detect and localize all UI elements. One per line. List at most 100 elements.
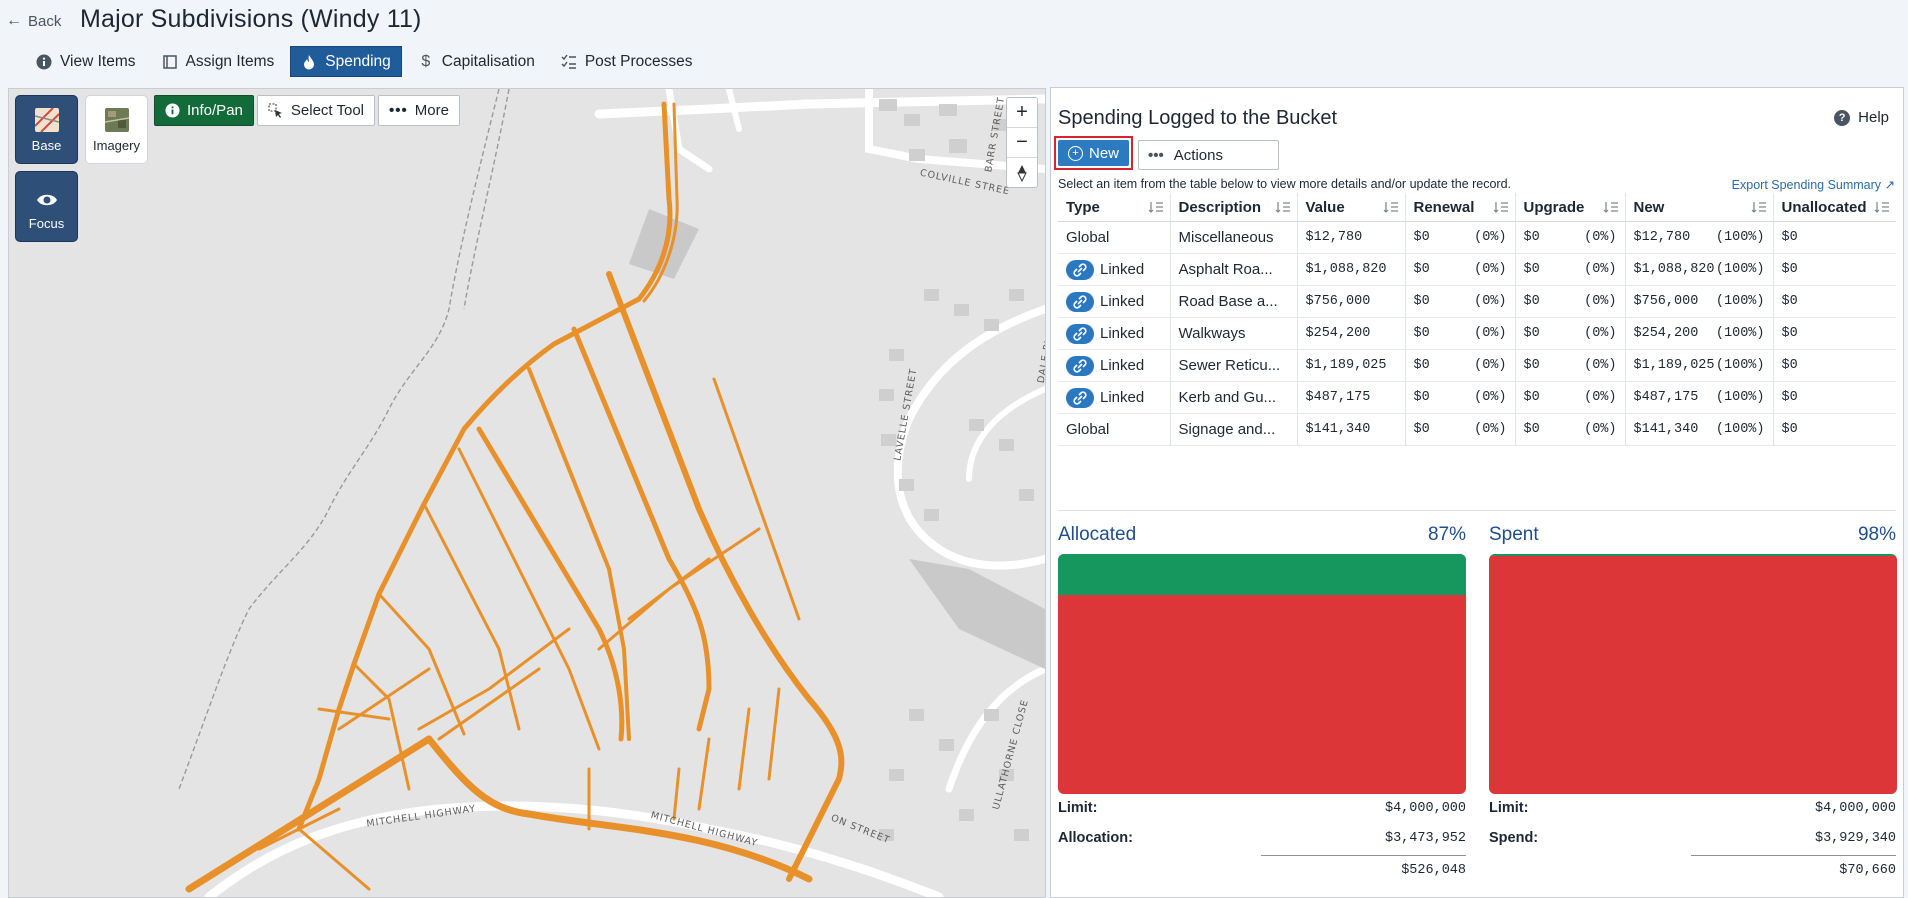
- more-tools-button[interactable]: ••• More: [378, 95, 460, 126]
- new-cell: $254,200 (100%): [1625, 317, 1774, 350]
- sort-icon[interactable]: [1148, 200, 1164, 214]
- renewal-cell: $0 (0%): [1405, 381, 1516, 414]
- book-icon: [162, 54, 178, 70]
- renewal-cell-amount: $0: [1413, 326, 1430, 341]
- renewal-cell: $0 (0%): [1405, 285, 1516, 318]
- tab-spending[interactable]: Spending: [290, 46, 402, 77]
- unallocated-cell: $0: [1773, 253, 1896, 286]
- upgrade-cell-percent: (0%): [1584, 358, 1617, 373]
- spent-limit-label: Limit:: [1489, 800, 1529, 816]
- sort-icon[interactable]: [1751, 200, 1767, 214]
- flame-icon: [301, 54, 317, 70]
- new-label: New: [1088, 144, 1119, 162]
- new-button[interactable]: + New: [1058, 140, 1129, 166]
- column-header-unallocated[interactable]: Unallocated: [1773, 193, 1896, 222]
- column-header-value[interactable]: Value: [1297, 193, 1406, 222]
- column-header-renewal[interactable]: Renewal: [1405, 193, 1516, 222]
- upgrade-cell-amount: $0: [1523, 294, 1540, 309]
- back-link[interactable]: ← Back: [6, 12, 61, 30]
- description-cell: Road Base a...: [1170, 285, 1298, 318]
- tab-label: View Items: [60, 52, 136, 70]
- focus-button[interactable]: Focus: [15, 171, 78, 242]
- tab-assign-items[interactable]: Assign Items: [152, 46, 285, 77]
- info-pan-tool[interactable]: Info/Pan: [154, 95, 254, 126]
- imagery-layer-button[interactable]: Imagery: [85, 95, 148, 164]
- sort-icon[interactable]: [1383, 200, 1399, 214]
- allocated-limit-label: Limit:: [1058, 800, 1098, 816]
- base-label: Base: [31, 138, 62, 153]
- type-cell: Linked: [1058, 349, 1171, 382]
- unallocated-cell: $0: [1773, 317, 1896, 350]
- allocation-label: Allocation:: [1058, 830, 1133, 846]
- unallocated-cell: $0: [1773, 413, 1896, 446]
- actions-button[interactable]: ••• Actions: [1138, 140, 1279, 170]
- description-cell: Miscellaneous: [1170, 221, 1298, 254]
- upgrade-cell-amount: $0: [1523, 358, 1540, 373]
- upgrade-cell-percent: (0%): [1584, 390, 1617, 405]
- table-row[interactable]: Linked Kerb and Gu... $487,175 $0 (0%) $0 (0%)…: [1058, 381, 1896, 414]
- unallocated-cell: $0: [1773, 285, 1896, 318]
- renewal-cell-amount: $0: [1413, 358, 1430, 373]
- renewal-cell: $0 (0%): [1405, 349, 1516, 382]
- actions-label: Actions: [1173, 146, 1223, 164]
- type-label: Linked: [1100, 388, 1145, 406]
- imagery-label: Imagery: [93, 138, 140, 153]
- base-layer-button[interactable]: Base: [15, 95, 78, 164]
- tab-label: Assign Items: [185, 52, 275, 70]
- sort-icon[interactable]: [1493, 200, 1509, 214]
- table-header-row: Type Description Value Renewal Upgrade New Una…: [1058, 193, 1896, 222]
- sort-icon[interactable]: [1874, 200, 1890, 214]
- unallocated-cell: $0: [1773, 349, 1896, 382]
- value-cell: $12,780: [1297, 221, 1406, 254]
- unallocated-cell: $0: [1773, 221, 1896, 254]
- zoom-in-button[interactable]: +: [1007, 98, 1037, 128]
- table-row[interactable]: Global Miscellaneous $12,780 $0 (0%) $0 (0%) $1…: [1058, 221, 1896, 254]
- column-header-upgrade[interactable]: Upgrade: [1515, 193, 1626, 222]
- panel-title: Spending Logged to the Bucket: [1058, 107, 1338, 129]
- compass-north-icon[interactable]: [1007, 158, 1037, 187]
- upgrade-cell-amount: $0: [1523, 422, 1540, 437]
- upgrade-cell-amount: $0: [1523, 326, 1540, 341]
- upgrade-cell-amount: $0: [1523, 262, 1540, 277]
- spent-remaining-fill: [1489, 554, 1897, 557]
- column-header-description[interactable]: Description: [1170, 193, 1298, 222]
- select-tool[interactable]: Select Tool: [256, 95, 375, 126]
- sort-icon[interactable]: [1603, 200, 1619, 214]
- table-row[interactable]: Linked Asphalt Roa... $1,088,820 $0 (0%) $0 (0…: [1058, 253, 1896, 286]
- spent-title: Spent: [1489, 524, 1539, 545]
- new-cell-amount: $254,200: [1633, 326, 1699, 341]
- type-cell: Global: [1058, 413, 1171, 446]
- description-cell: Kerb and Gu...: [1170, 381, 1298, 414]
- table-body: Global Miscellaneous $12,780 $0 (0%) $0 (0%) $1…: [1058, 221, 1896, 446]
- renewal-cell-percent: (0%): [1474, 358, 1507, 373]
- column-header-type[interactable]: Type: [1058, 193, 1171, 222]
- zoom-control: + −: [1006, 97, 1038, 188]
- table-row[interactable]: Linked Sewer Reticu... $1,189,025 $0 (0%) $0(…: [1058, 349, 1896, 382]
- renewal-cell-percent: (0%): [1474, 390, 1507, 405]
- upgrade-cell-percent: (0%): [1584, 326, 1617, 341]
- zoom-out-button[interactable]: −: [1007, 128, 1037, 158]
- help-icon: ?: [1834, 109, 1851, 126]
- upgrade-cell: $0 (0%): [1515, 253, 1626, 286]
- tab-label: Capitalisation: [441, 52, 535, 70]
- type-cell: Global: [1058, 221, 1171, 254]
- tab-label: Spending: [325, 52, 391, 70]
- table-row[interactable]: Global Signage and... $141,340 $0 (0%) $0 (0%)…: [1058, 413, 1896, 446]
- export-spending-summary-link[interactable]: Export Spending Summary ↗: [1732, 177, 1895, 192]
- tab-post-processes[interactable]: Post Processes: [551, 46, 703, 77]
- tab-view-items[interactable]: View Items: [26, 46, 146, 77]
- tab-capitalisation[interactable]: $ Capitalisation: [408, 46, 545, 77]
- new-button-highlight: + New: [1054, 136, 1133, 170]
- table-row[interactable]: Linked Road Base a... $756,000 $0 (0%) $0 (0%)…: [1058, 285, 1896, 318]
- upgrade-cell-percent: (0%): [1584, 294, 1617, 309]
- help-link[interactable]: ? Help: [1834, 109, 1889, 126]
- allocated-percent: 87%: [1427, 524, 1466, 545]
- value-cell: $487,175: [1297, 381, 1406, 414]
- type-label: Global: [1066, 421, 1110, 438]
- map-viewport[interactable]: BARR STREET COLVILLE STREE DALE PLACE LA…: [8, 88, 1046, 898]
- column-header-new[interactable]: New: [1625, 193, 1774, 222]
- upgrade-cell: $0 (0%): [1515, 285, 1626, 318]
- sort-icon[interactable]: [1275, 200, 1291, 214]
- table-row[interactable]: Linked Walkways $254,200 $0 (0%) $0 (0%) $254,2…: [1058, 317, 1896, 350]
- spend-label: Spend:: [1489, 830, 1539, 846]
